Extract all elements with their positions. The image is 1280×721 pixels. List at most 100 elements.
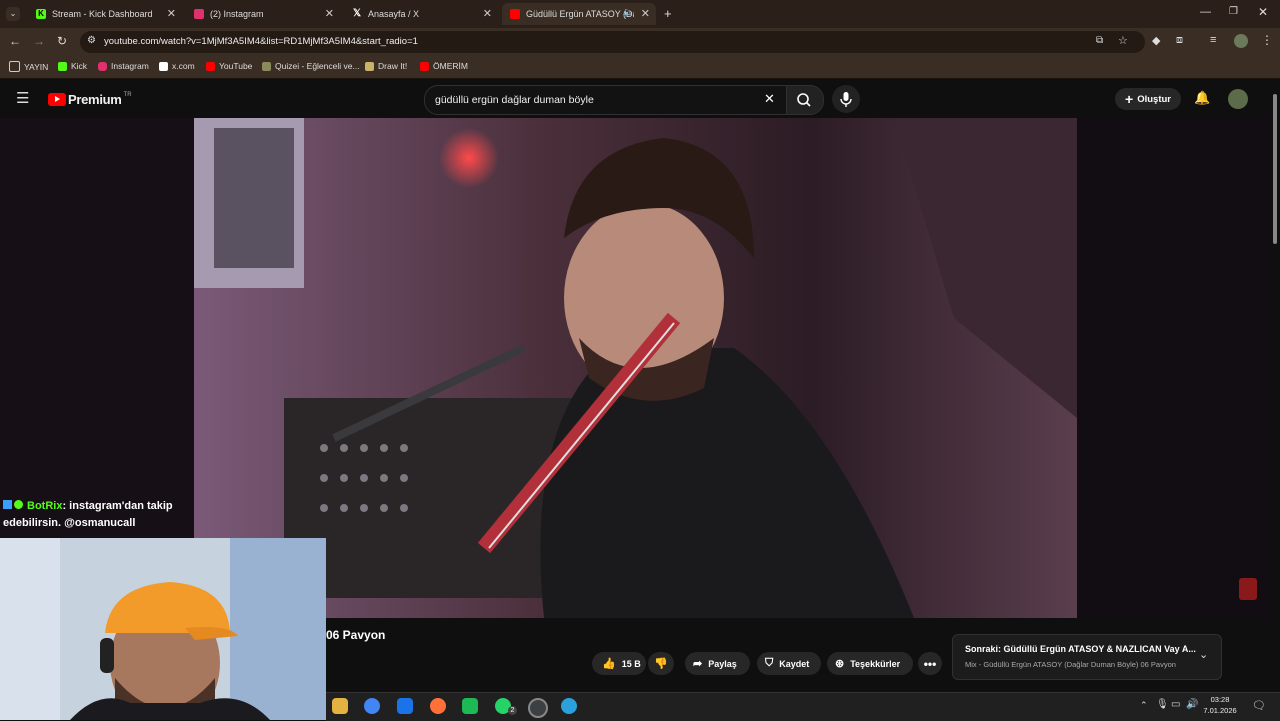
network-icon[interactable]: ▭ <box>1171 699 1180 710</box>
video-frame <box>194 118 1077 618</box>
folder-icon <box>9 61 20 72</box>
tab-search-icon[interactable]: ⌄ <box>6 7 20 21</box>
account-avatar[interactable] <box>1228 89 1248 109</box>
search-input[interactable]: güdüllü ergün dağlar duman böyle ✕ <box>424 85 788 115</box>
chat-username: BotRix <box>27 500 63 512</box>
tab-youtube-active[interactable]: Güdüllü Ergün ATASOY (Da 🔈 ✕ <box>502 3 656 25</box>
close-icon[interactable]: ✕ <box>325 7 334 20</box>
share-arrow-icon: ➦ <box>693 658 703 670</box>
bot-badge-icon <box>3 500 12 509</box>
app-icon[interactable] <box>462 698 478 714</box>
x-logo-icon: 𝕏 <box>352 8 362 19</box>
notification-bell-icon[interactable]: 🔔 <box>1194 90 1210 106</box>
bookmark-quizei[interactable]: Quizei - Eğlenceli ve... <box>262 61 360 71</box>
back-icon[interactable]: ← <box>9 34 21 48</box>
bookmark-kick[interactable]: Kick <box>58 61 87 71</box>
webcam-overlay <box>0 538 326 720</box>
thanks-button[interactable]: ⊛ Teşekkürler <box>827 652 913 675</box>
create-label: Oluştur <box>1137 93 1171 105</box>
search-icon <box>797 93 811 107</box>
tab-kick[interactable]: K Stream - Kick Dashboard ✕ <box>28 3 182 25</box>
dislike-button[interactable]: 👎 <box>648 652 674 675</box>
tab-x[interactable]: 𝕏 Anasayfa / X ✕ <box>344 3 498 25</box>
extension-icon[interactable]: ◆ <box>1152 34 1160 47</box>
file-explorer-icon[interactable] <box>332 698 348 714</box>
share-button[interactable]: ➦ Paylaş <box>685 652 750 675</box>
close-icon[interactable]: ✕ <box>483 7 492 20</box>
scrollbar-thumb[interactable] <box>1273 94 1277 244</box>
like-button[interactable]: 👍 15 B <box>592 652 646 675</box>
tray-mic-icon[interactable]: 🎙 <box>1156 699 1169 710</box>
youtube-play-icon <box>48 93 66 106</box>
next-up-card[interactable]: Sonraki: Güdüllü Ergün ATASOY & NAZLICAN… <box>952 634 1222 680</box>
bookmark-youtube[interactable]: YouTube <box>206 61 252 71</box>
logo-text: Premium <box>68 92 122 107</box>
window-close-icon[interactable]: ✕ <box>1258 5 1268 19</box>
more-actions-button[interactable]: ••• <box>918 652 942 675</box>
close-icon[interactable]: ✕ <box>641 7 650 20</box>
bookmark-icon: ⛉ <box>765 657 774 669</box>
tab-instagram[interactable]: (2) Instagram ✕ <box>186 3 340 25</box>
tray-clock[interactable]: 03:28 7.01.2026 <box>1200 694 1240 716</box>
speaker-icon[interactable]: 🔈 <box>623 7 634 18</box>
channel-watermark-icon[interactable] <box>1239 578 1257 600</box>
instagram-icon <box>98 61 107 71</box>
clear-search-icon[interactable]: ✕ <box>764 91 775 107</box>
bookmark-label: Kick <box>71 61 88 71</box>
bookmark-yayin[interactable]: YAYIN <box>9 61 48 72</box>
search-button[interactable] <box>786 85 824 115</box>
forward-icon[interactable]: → <box>33 34 45 48</box>
voice-search-button[interactable] <box>832 85 860 113</box>
bookmark-label: ÖMERİM <box>433 61 468 71</box>
bookmark-label: x.com <box>172 61 195 71</box>
profile-avatar[interactable] <box>1234 34 1248 48</box>
puzzle-icon[interactable]: ⧈ <box>1176 34 1183 47</box>
save-button[interactable]: ⛉ Kaydet <box>757 652 821 675</box>
close-icon[interactable]: ✕ <box>167 7 176 20</box>
bookmark-star-icon[interactable]: ☆ <box>1118 34 1128 47</box>
chevron-down-icon[interactable]: ⌄ <box>1199 648 1208 661</box>
bookmark-x[interactable]: x.com <box>159 61 195 71</box>
telegram-icon[interactable] <box>561 698 577 714</box>
video-player[interactable] <box>194 118 1077 618</box>
bookmark-drawit[interactable]: Draw It! <box>365 61 407 71</box>
tab-title: Stream - Kick Dashboard <box>52 9 153 19</box>
youtube-icon <box>206 61 215 71</box>
like-count: 15 B <box>621 658 641 669</box>
whatsapp-badge: 2 <box>508 706 517 715</box>
bookmark-label: Quizei - Eğlenceli ve... <box>275 61 360 71</box>
new-tab-icon[interactable]: + <box>664 6 672 21</box>
instagram-icon <box>194 9 204 19</box>
bookmarks-bar: YAYIN Kick Instagram x.com YouTube Quize… <box>0 56 1280 79</box>
hamburger-menu-icon[interactable]: ☰ <box>16 89 29 107</box>
microphone-icon <box>840 92 852 107</box>
site-settings-icon[interactable]: ⚙ <box>87 35 96 46</box>
youtube-premium-logo[interactable]: Premium TR <box>48 92 132 107</box>
tray-chevron-up-icon[interactable]: ⌃ <box>1140 700 1148 711</box>
url-field[interactable]: ⚙ youtube.com/watch?v=1MjMf3A5IM4&list=R… <box>80 31 1145 53</box>
x-logo-icon <box>159 61 168 71</box>
outlook-icon[interactable] <box>397 698 413 714</box>
bookmark-instagram[interactable]: Instagram <box>98 61 149 71</box>
restore-icon[interactable]: ❐ <box>1229 6 1238 17</box>
reload-icon[interactable]: ↻ <box>57 34 67 48</box>
chat-message: BotRix: instagram'dan takip edebilirsin.… <box>0 498 197 538</box>
youtube-icon <box>510 9 520 19</box>
more-menu-icon[interactable]: ⋮ <box>1261 33 1273 47</box>
firefox-icon[interactable] <box>430 698 446 714</box>
region-code: TR <box>123 91 132 98</box>
volume-icon[interactable]: 🔊 <box>1186 699 1198 710</box>
media-control-icon[interactable]: ≡ <box>1210 34 1216 46</box>
bookmark-label: YAYIN <box>24 61 49 72</box>
create-button[interactable]: + Oluştur <box>1115 88 1181 110</box>
minimize-icon[interactable]: — <box>1200 6 1211 18</box>
bookmark-omerim[interactable]: ÖMERİM <box>420 61 468 71</box>
clock-time: 03:28 <box>1210 695 1230 704</box>
webcam-frame <box>0 538 326 720</box>
notification-center-icon[interactable]: 🗨 <box>1252 699 1266 712</box>
chrome-icon[interactable] <box>364 698 380 714</box>
install-app-icon[interactable]: ⧉ <box>1096 35 1103 46</box>
pencil-icon <box>365 61 374 71</box>
chrome-active-icon[interactable] <box>528 698 548 718</box>
browser-tab-bar: ⌄ K Stream - Kick Dashboard ✕ (2) Instag… <box>0 0 1280 28</box>
